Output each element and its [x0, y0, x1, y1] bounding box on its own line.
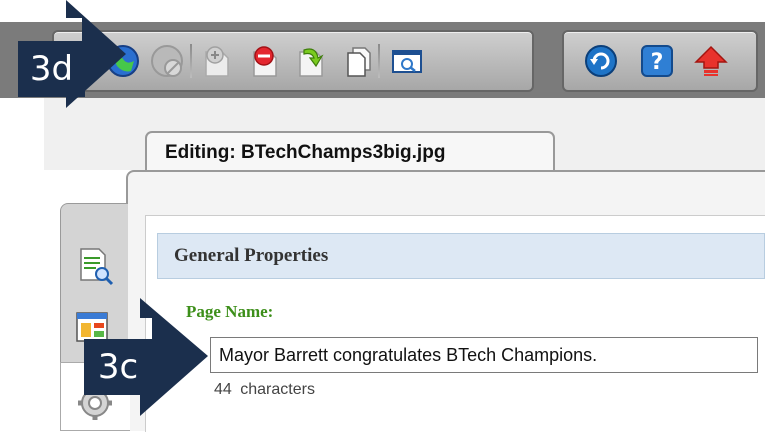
tab-editing-file[interactable]: Editing: BTechChamps3big.jpg: [145, 131, 555, 171]
toolbar-separator: [378, 44, 380, 78]
remove-page-icon[interactable]: [248, 44, 282, 78]
revert-page-icon[interactable]: [294, 44, 328, 78]
page-preview-icon[interactable]: [75, 246, 115, 286]
callout-label-3c: 3c: [84, 339, 152, 395]
section-header-general-properties: General Properties: [157, 233, 765, 279]
toolbar-separator: [190, 44, 192, 78]
unpublish-icon[interactable]: [150, 44, 184, 78]
refresh-icon[interactable]: [584, 44, 618, 78]
toolbar-group-utility: ?: [562, 30, 758, 92]
help-icon[interactable]: ?: [640, 44, 674, 78]
copy-page-icon[interactable]: [342, 44, 376, 78]
svg-text:?: ?: [651, 50, 664, 75]
preview-icon[interactable]: [390, 44, 424, 78]
add-page-icon[interactable]: [200, 44, 234, 78]
character-count-suffix: characters: [240, 381, 315, 398]
page-name-input[interactable]: [210, 337, 758, 373]
callout-label-3d: 3d: [18, 41, 85, 97]
character-count: 44 characters: [214, 381, 315, 399]
up-icon[interactable]: [694, 44, 728, 78]
